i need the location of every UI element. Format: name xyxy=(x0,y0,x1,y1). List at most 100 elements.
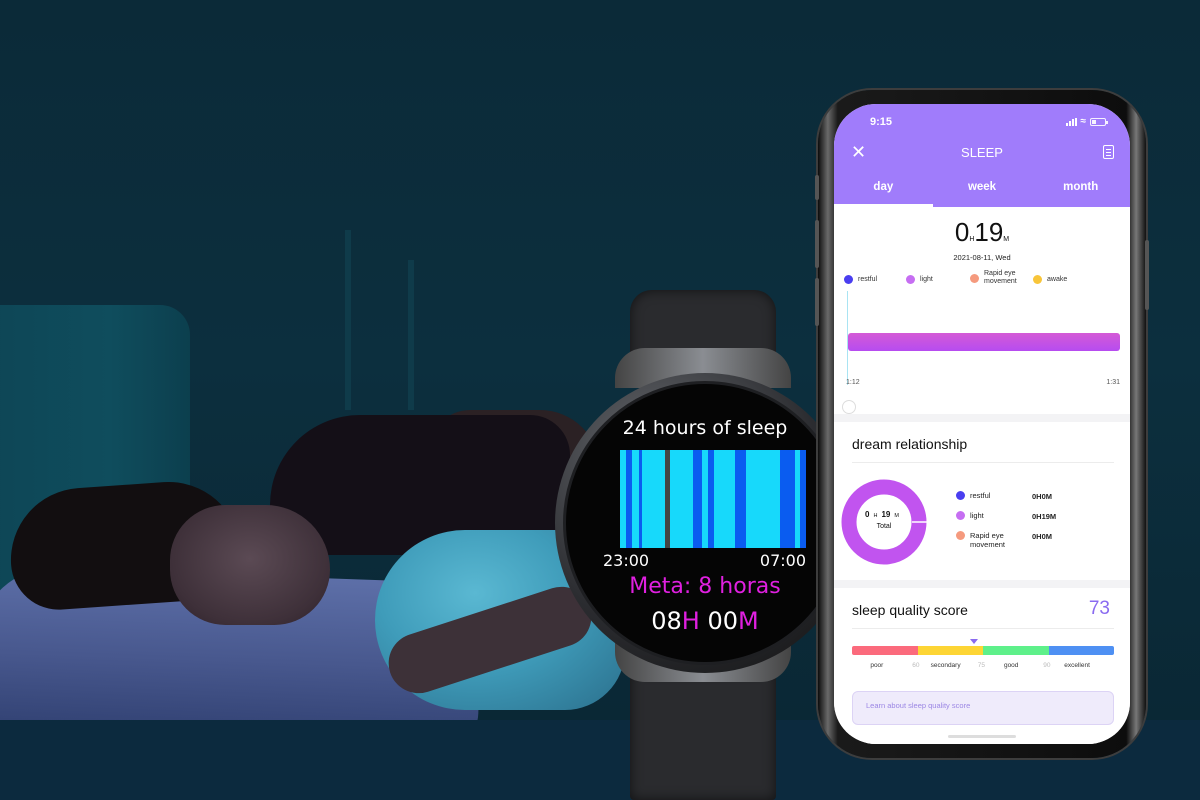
row-value: 0H0M xyxy=(1032,532,1053,541)
learn-quality-score-link[interactable]: Learn about sleep quality score xyxy=(852,691,1114,725)
donut-minutes: 19 xyxy=(881,510,891,519)
sleep-segment-deep xyxy=(625,450,633,548)
document-icon[interactable] xyxy=(1103,145,1114,159)
light-dot-icon xyxy=(906,275,915,284)
home-indicator[interactable] xyxy=(948,735,1016,738)
donut-minutes-unit: M xyxy=(894,513,899,519)
band-label-good: good xyxy=(1003,662,1019,669)
divider xyxy=(852,628,1114,629)
band-label-excellent: excellent xyxy=(1064,662,1090,669)
axis-end-label: 1:31 xyxy=(1106,379,1120,386)
tab-day[interactable]: day xyxy=(834,177,933,207)
person-face xyxy=(170,505,330,625)
rem-dot-icon xyxy=(970,273,979,283)
row-label: restful xyxy=(970,491,991,500)
minutes-unit: M xyxy=(1003,236,1010,243)
legend-rem: Rapid eye movement xyxy=(970,270,1032,286)
status-icons: ≈ xyxy=(1065,116,1108,127)
watch-bezel: 24 hours of sleep 23:00 07:00 Meta: 8 ho… xyxy=(563,381,847,665)
phone-display: 9:15 ≈ ✕ SLEEP day week month 0H19M 2021… xyxy=(834,104,1130,744)
band-label-poor: poor xyxy=(870,662,884,669)
wifi-icon: ≈ xyxy=(1080,116,1087,127)
breakdown-row-rem: Rapid eye movement 0H0M xyxy=(956,528,1116,549)
watch-strap-bottom xyxy=(630,670,776,800)
breakdown-row-restful: restful 0H0M xyxy=(956,488,1116,508)
legend-label: light xyxy=(920,275,933,283)
watch-minutes: 00 xyxy=(707,607,739,635)
section-divider xyxy=(834,414,1130,422)
sleep-legend: restful light Rapid eye movement awake xyxy=(844,270,1122,290)
mute-switch xyxy=(815,175,819,200)
watch-goal: Meta: 8 horas xyxy=(629,574,781,599)
status-bar: 9:15 ≈ xyxy=(870,116,1108,132)
legend-restful: restful xyxy=(844,275,877,284)
tab-month[interactable]: month xyxy=(1031,177,1130,207)
watch-hours-unit: H xyxy=(681,607,700,635)
legend-light: light xyxy=(906,275,933,284)
total-hours: 0 xyxy=(954,217,970,247)
donut-hours: 0 xyxy=(865,510,870,519)
battery-icon xyxy=(1090,118,1108,126)
legend-label: awake xyxy=(1047,275,1068,283)
watch-hours: 08 xyxy=(651,607,682,635)
watch-end-time: 07:00 xyxy=(759,551,806,570)
light-dot-icon xyxy=(956,511,965,520)
band-secondary xyxy=(917,646,983,655)
sleep-segment-deep xyxy=(779,450,795,548)
donut-total-label: Total xyxy=(876,523,892,530)
quality-scale-labels: poor 60 secondary 75 good 90 excellent xyxy=(852,662,1114,672)
threshold-90: 90 xyxy=(1043,662,1051,669)
restful-dot-icon xyxy=(956,491,965,500)
rem-dot-icon xyxy=(956,531,965,540)
tab-week[interactable]: week xyxy=(933,177,1032,207)
sleep-segment-deep xyxy=(800,450,806,548)
sleep-summary: 0H19M 2021-08-11, Wed restful light Rapi… xyxy=(834,207,1130,414)
sleep-segment-deep xyxy=(692,450,702,548)
app-header: 9:15 ≈ ✕ SLEEP day week month xyxy=(834,104,1130,207)
divider xyxy=(852,462,1114,463)
breakdown-row-light: light 0H19M xyxy=(956,508,1116,528)
watch-title: 24 hours of sleep xyxy=(622,417,788,439)
page-title: SLEEP xyxy=(961,145,1003,160)
legend-awake: awake xyxy=(1033,275,1067,284)
quality-score: 73 xyxy=(1088,598,1110,619)
total-minutes: 19 xyxy=(974,217,1004,247)
watch-sleep-chart xyxy=(620,450,806,548)
smartphone: 9:15 ≈ ✕ SLEEP day week month 0H19M 2021… xyxy=(815,90,1149,758)
threshold-60: 60 xyxy=(912,662,920,669)
sleep-segment-awake xyxy=(664,450,671,548)
donut-hours-unit: H xyxy=(873,513,878,519)
legend-label: restful xyxy=(858,275,878,283)
row-label: light xyxy=(970,511,984,520)
volume-up-button xyxy=(815,220,819,268)
sleep-segment-deep xyxy=(638,450,643,548)
band-excellent xyxy=(1048,646,1114,655)
timeline-slider-handle[interactable] xyxy=(842,400,856,414)
bed-post xyxy=(408,260,414,410)
dream-title: dream relationship xyxy=(852,436,968,452)
section-divider xyxy=(834,580,1130,588)
row-label: Rapid eye movement xyxy=(970,531,1006,549)
quality-scale-bar xyxy=(852,646,1114,655)
band-good xyxy=(983,646,1049,655)
row-value: 0H0M xyxy=(1032,492,1053,501)
threshold-75: 75 xyxy=(977,662,985,669)
score-marker-icon xyxy=(970,639,979,644)
sleep-date: 2021-08-11, Wed xyxy=(953,253,1011,262)
donut-center: 0 H 19 M Total xyxy=(840,478,928,566)
sleep-segment-deep xyxy=(735,450,747,548)
watch-start-time: 23:00 xyxy=(603,551,650,570)
watch-duration: 08H 00M xyxy=(566,607,844,635)
axis-start-label: 1:12 xyxy=(846,379,860,386)
watch-minutes-unit: M xyxy=(738,607,759,635)
bed-post xyxy=(345,230,351,410)
status-time: 9:15 xyxy=(870,116,893,128)
dream-breakdown: restful 0H0M light 0H19M Rapid eye movemen… xyxy=(956,488,1116,549)
volume-down-button xyxy=(815,278,819,326)
quality-title: sleep quality score xyxy=(852,602,968,618)
dream-relationship-card: dream relationship 0 H 19 M Total restful 0H… xyxy=(834,422,1130,580)
row-value: 0H19M xyxy=(1032,512,1057,521)
light-sleep-bar[interactable] xyxy=(848,333,1120,351)
legend-label: Rapid eye movement xyxy=(984,270,1017,285)
power-button xyxy=(1145,240,1149,310)
